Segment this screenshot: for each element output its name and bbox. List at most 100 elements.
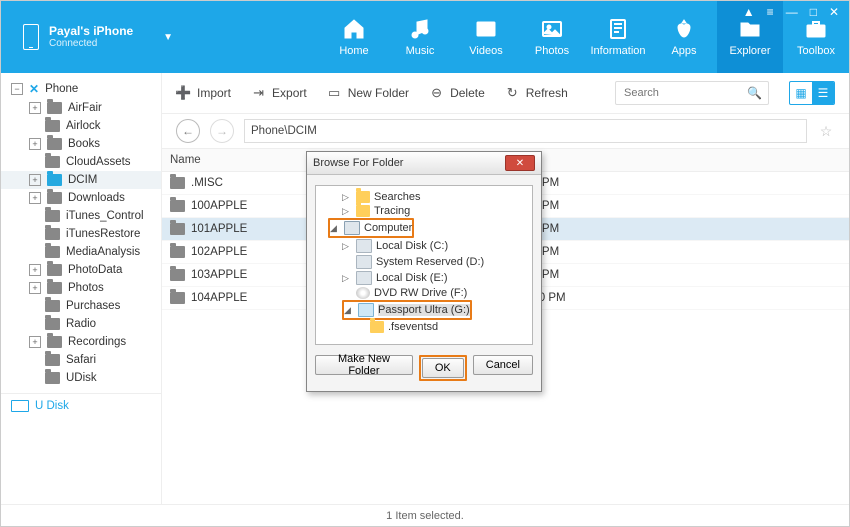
folder-icon: [45, 318, 60, 330]
favorite-icon[interactable]: ☆: [817, 123, 835, 140]
ok-button[interactable]: OK: [422, 358, 464, 378]
back-button[interactable]: ←: [176, 119, 200, 143]
expand-icon[interactable]: [29, 121, 39, 131]
collapse-icon[interactable]: −: [11, 83, 23, 95]
expand-icon[interactable]: [29, 211, 39, 221]
tree-node[interactable]: ◢Computer: [330, 220, 412, 236]
sidebar-item-label: iTunes_Control: [66, 210, 144, 222]
expand-icon[interactable]: +: [29, 282, 41, 294]
sidebar-item-airfair[interactable]: +AirFair: [1, 99, 161, 117]
folder-icon: [356, 205, 370, 217]
tab-information[interactable]: Information: [585, 1, 651, 73]
sidebar-item-airlock[interactable]: Airlock: [1, 117, 161, 135]
tree-node[interactable]: DVD RW Drive (F:): [318, 286, 530, 300]
disk-icon: [356, 271, 372, 285]
folder-tree[interactable]: ▷Searches▷Tracing ◢Computer ▷Local Disk (C…: [315, 185, 533, 345]
tree-label: Passport Ultra (G:): [378, 304, 470, 316]
tab-label: Home: [339, 45, 368, 57]
tree-node[interactable]: System Reserved (D:): [318, 254, 530, 270]
sidebar-item-radio[interactable]: Radio: [1, 315, 161, 333]
make-new-folder-button[interactable]: Make New Folder: [315, 355, 413, 375]
new-folder-button[interactable]: ▭New Folder: [327, 86, 409, 101]
expand-icon[interactable]: +: [29, 264, 41, 276]
tree-node[interactable]: ◢ Passport Ultra (G:): [344, 302, 470, 318]
tree-node[interactable]: ▷Local Disk (C:): [318, 238, 530, 254]
sidebar-item-itunes_control[interactable]: iTunes_Control: [1, 207, 161, 225]
search-input[interactable]: [622, 86, 741, 100]
path-input[interactable]: Phone\DCIM: [244, 119, 807, 143]
sidebar-item-dcim[interactable]: +DCIM: [1, 171, 161, 189]
device-selector[interactable]: Payal's iPhone Connected ▼: [1, 1, 195, 73]
refresh-button[interactable]: ↻Refresh: [505, 86, 568, 101]
expand-icon[interactable]: [29, 373, 39, 383]
sidebar-item-itunesrestore[interactable]: iTunesRestore: [1, 225, 161, 243]
tree-node[interactable]: .fseventsd: [318, 320, 530, 334]
sidebar-item-purchases[interactable]: Purchases: [1, 297, 161, 315]
search-icon[interactable]: 🔍: [747, 86, 762, 100]
tab-home[interactable]: Home: [321, 1, 387, 73]
status-text: 1 Item selected.: [386, 510, 464, 522]
tab-photos[interactable]: Photos: [519, 1, 585, 73]
expand-icon[interactable]: +: [29, 336, 41, 348]
tab-apps[interactable]: Apps: [651, 1, 717, 73]
sidebar-item-downloads[interactable]: +Downloads: [1, 189, 161, 207]
expand-icon[interactable]: +: [29, 138, 41, 150]
sidebar-udisk[interactable]: U Disk: [1, 393, 161, 418]
tree-expand-icon[interactable]: ◢: [344, 305, 354, 316]
tree-node[interactable]: ▷Tracing: [318, 204, 530, 218]
expand-icon[interactable]: [29, 247, 39, 257]
expand-icon[interactable]: [29, 157, 39, 167]
grid-view-button[interactable]: ▦: [790, 82, 812, 104]
refresh-label: Refresh: [526, 86, 568, 100]
list-view-button[interactable]: ☰: [812, 82, 834, 104]
minimize-icon[interactable]: —: [786, 5, 798, 19]
tree-expand-icon[interactable]: ◢: [330, 223, 340, 234]
tree-expand-icon[interactable]: ▷: [342, 273, 352, 284]
sidebar-item-cloudassets[interactable]: CloudAssets: [1, 153, 161, 171]
menu-icon[interactable]: ≡: [767, 5, 774, 19]
export-button[interactable]: ⇥Export: [251, 86, 307, 101]
sidebar-item-photos[interactable]: +Photos: [1, 279, 161, 297]
expand-icon[interactable]: +: [29, 102, 41, 114]
sidebar-item-mediaanalysis[interactable]: MediaAnalysis: [1, 243, 161, 261]
sidebar: − ✕ Phone +AirFairAirlock + Books CloudAsse…: [1, 73, 162, 504]
tab-label: Music: [406, 45, 435, 57]
import-button[interactable]: ➕Import: [176, 86, 231, 101]
sidebar-item-photodata[interactable]: +PhotoData: [1, 261, 161, 279]
expand-icon[interactable]: [29, 355, 39, 365]
tree-expand-icon[interactable]: ▷: [342, 192, 352, 203]
expand-icon[interactable]: [29, 319, 39, 329]
delete-button[interactable]: ⊖Delete: [429, 86, 485, 101]
expand-icon[interactable]: [29, 301, 39, 311]
maximize-icon[interactable]: □: [810, 5, 817, 19]
sidebar-item-udisk[interactable]: UDisk: [1, 369, 161, 387]
delete-label: Delete: [450, 86, 485, 100]
tree-expand-icon[interactable]: ▷: [342, 206, 352, 217]
folder-icon: [170, 223, 185, 235]
folder-icon: [47, 192, 62, 204]
sidebar-item-label: Safari: [66, 354, 96, 366]
sidebar-item-books[interactable]: + Books: [1, 135, 161, 153]
sidebar-item-recordings[interactable]: +Recordings: [1, 333, 161, 351]
folder-icon: [170, 246, 185, 258]
tab-label: Explorer: [730, 45, 771, 57]
sidebar-item-label: Purchases: [66, 300, 120, 312]
expand-icon[interactable]: [29, 229, 39, 239]
dialog-close-button[interactable]: ✕: [505, 155, 535, 171]
tab-videos[interactable]: Videos: [453, 1, 519, 73]
sidebar-root-phone[interactable]: − ✕ Phone: [1, 79, 161, 99]
tree-expand-icon[interactable]: ▷: [342, 241, 352, 252]
sidebar-item-safari[interactable]: Safari: [1, 351, 161, 369]
close-icon[interactable]: ✕: [829, 5, 839, 19]
expand-icon[interactable]: +: [29, 174, 41, 186]
row-name: 102APPLE: [191, 246, 247, 258]
tab-music[interactable]: Music: [387, 1, 453, 73]
cancel-button[interactable]: Cancel: [473, 355, 533, 375]
search-box[interactable]: 🔍: [615, 81, 769, 105]
sidebar-item-label: Books: [68, 138, 100, 150]
tree-node[interactable]: ▷Searches: [318, 190, 530, 204]
user-icon[interactable]: ▲: [743, 5, 755, 19]
expand-icon[interactable]: +: [29, 192, 41, 204]
forward-button[interactable]: →: [210, 119, 234, 143]
tree-node[interactable]: ▷Local Disk (E:): [318, 270, 530, 286]
